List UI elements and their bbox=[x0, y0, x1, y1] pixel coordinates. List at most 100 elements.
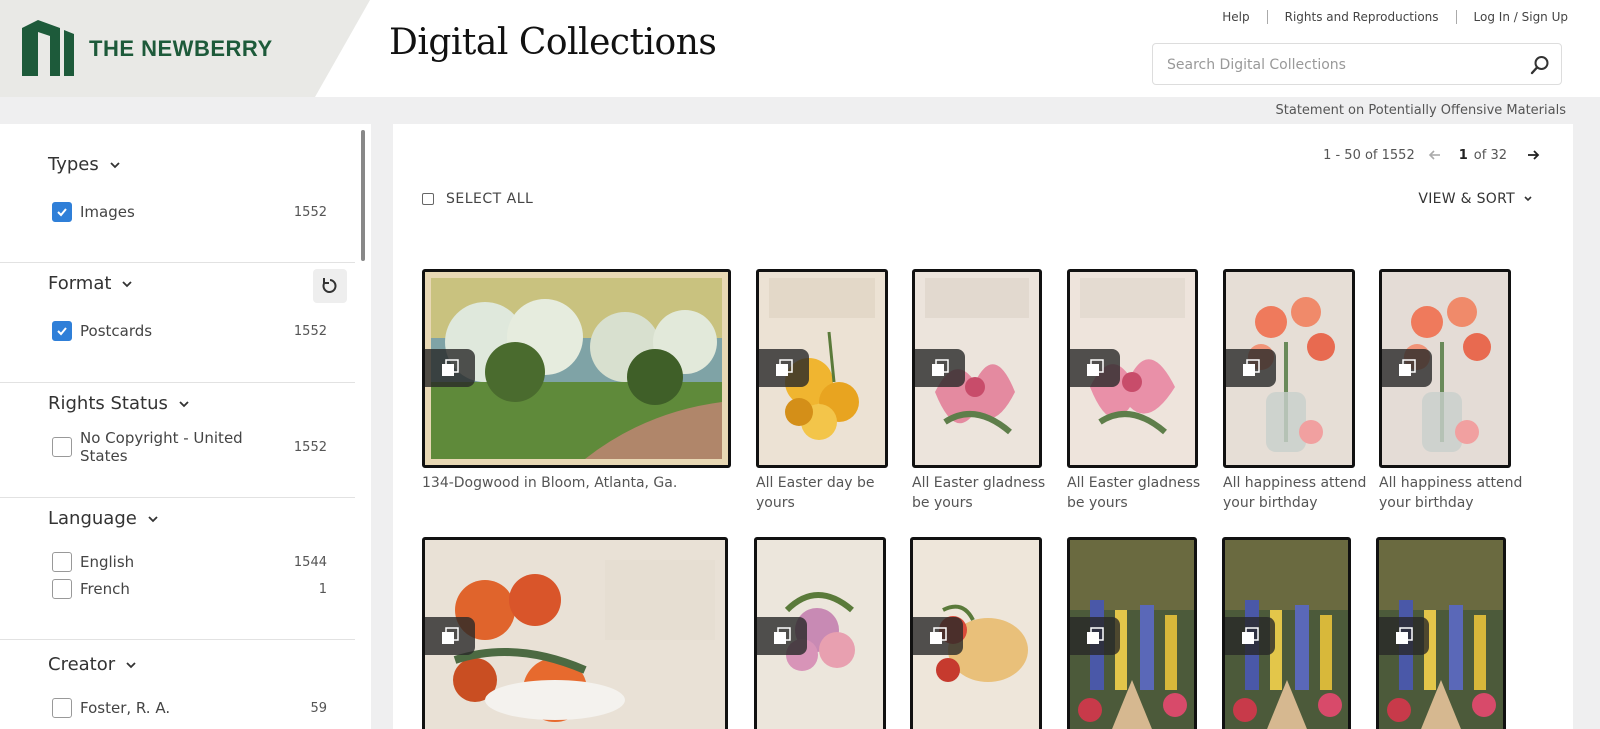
multi-image-icon bbox=[442, 627, 459, 644]
postcard-thumbnail[interactable] bbox=[1376, 537, 1506, 729]
chevron-down-icon bbox=[179, 400, 189, 407]
view-sort-button[interactable]: VIEW & SORT bbox=[1418, 191, 1533, 207]
checkbox[interactable] bbox=[52, 552, 72, 572]
multi-image-icon bbox=[1396, 627, 1413, 644]
divider bbox=[1455, 10, 1457, 24]
page-title[interactable]: Digital Collections bbox=[389, 22, 717, 63]
multi-image-badge bbox=[915, 349, 965, 387]
divider bbox=[1266, 10, 1268, 24]
facet-types: Types Images 1552 bbox=[0, 124, 355, 263]
facet-option-foster[interactable]: Foster, R. A. 59 bbox=[52, 697, 327, 719]
search-box bbox=[1152, 43, 1562, 85]
facet-option-images[interactable]: Images 1552 bbox=[52, 201, 327, 223]
check-icon bbox=[57, 208, 67, 217]
reset-filters-button[interactable] bbox=[313, 269, 347, 303]
result-title[interactable]: 134-Dogwood in Bloom, Atlanta, Ga. bbox=[422, 473, 752, 493]
multi-image-icon bbox=[1399, 359, 1416, 376]
check-icon bbox=[57, 327, 67, 336]
checkbox[interactable] bbox=[52, 437, 72, 457]
facet-language-toggle[interactable]: Language bbox=[48, 508, 159, 529]
result-title[interactable]: All happiness attend your birthday bbox=[1379, 473, 1529, 513]
facet-option-postcards[interactable]: Postcards 1552 bbox=[52, 320, 327, 342]
multi-image-badge bbox=[1070, 617, 1120, 655]
postcard-thumbnail[interactable] bbox=[1379, 269, 1511, 468]
postcard-thumbnail[interactable] bbox=[1223, 269, 1355, 468]
search-icon[interactable] bbox=[1529, 54, 1551, 76]
sidebar-scrollbar[interactable] bbox=[361, 130, 365, 261]
multi-image-badge bbox=[1226, 349, 1276, 387]
facet-creator: Creator Foster, R. A. 59 bbox=[0, 640, 355, 729]
logo-wordmark[interactable]: THE NEWBERRY bbox=[89, 36, 273, 62]
option-label: English bbox=[80, 553, 135, 571]
facet-format: Format Postcards 1552 bbox=[0, 263, 355, 383]
offensive-materials-statement-link[interactable]: Statement on Potentially Offensive Mater… bbox=[1276, 103, 1566, 118]
caption-line: All Easter gladness bbox=[1067, 475, 1201, 491]
checkbox[interactable] bbox=[52, 202, 72, 222]
view-sort-label: VIEW & SORT bbox=[1418, 191, 1515, 207]
postcard-thumbnail[interactable] bbox=[1067, 269, 1198, 468]
chevron-down-icon bbox=[126, 661, 136, 668]
chevron-down-icon bbox=[122, 280, 133, 287]
option-label: French bbox=[80, 580, 130, 598]
caption-line: your birthday bbox=[1223, 495, 1318, 511]
multi-image-badge bbox=[913, 617, 963, 655]
postcard-thumbnail[interactable] bbox=[422, 537, 728, 729]
option-count: 59 bbox=[310, 700, 327, 716]
next-page-icon[interactable] bbox=[1525, 147, 1541, 163]
facet-sidebar: Types Images 1552 Format Postcards 1552 bbox=[0, 124, 371, 729]
checkbox[interactable] bbox=[52, 579, 72, 599]
login-link[interactable]: Log In / Sign Up bbox=[1474, 10, 1568, 24]
utility-nav: Help Rights and Reproductions Log In / S… bbox=[1222, 10, 1568, 24]
option-label: Postcards bbox=[80, 322, 153, 340]
site-header: THE NEWBERRY Digital Collections Help Ri… bbox=[0, 0, 1600, 97]
caption-line: All Easter day be bbox=[756, 475, 875, 491]
option-count: 1544 bbox=[293, 554, 327, 570]
postcard-thumbnail[interactable] bbox=[754, 537, 886, 729]
facet-title: Rights Status bbox=[48, 393, 168, 414]
facet-rights-toggle[interactable]: Rights Status bbox=[48, 393, 190, 414]
multi-image-badge bbox=[425, 617, 475, 655]
multi-image-icon bbox=[1243, 359, 1260, 376]
select-all-toggle[interactable]: SELECT ALL bbox=[422, 191, 533, 207]
multi-image-icon bbox=[1087, 359, 1104, 376]
facet-types-toggle[interactable]: Types bbox=[48, 154, 121, 175]
multi-image-badge bbox=[1070, 349, 1120, 387]
facet-option-french[interactable]: French 1 bbox=[52, 578, 327, 600]
postcard-thumbnail[interactable] bbox=[910, 537, 1042, 729]
option-label: Images bbox=[80, 203, 135, 221]
current-page[interactable]: 1 bbox=[1459, 148, 1468, 163]
result-title[interactable]: All Easter day be yours bbox=[756, 473, 906, 513]
postcard-thumbnail[interactable] bbox=[1222, 537, 1351, 729]
multi-image-badge bbox=[1225, 617, 1275, 655]
facet-title: Format bbox=[48, 273, 112, 294]
facet-creator-toggle[interactable]: Creator bbox=[48, 654, 137, 675]
search-input[interactable] bbox=[1167, 54, 1507, 76]
multi-image-badge bbox=[759, 349, 809, 387]
multi-image-icon bbox=[442, 359, 459, 376]
result-title[interactable]: All happiness attend your birthday bbox=[1223, 473, 1373, 513]
checkbox[interactable] bbox=[52, 698, 72, 718]
facet-option-english[interactable]: English 1544 bbox=[52, 551, 327, 573]
newberry-logo-icon[interactable] bbox=[20, 20, 76, 76]
postcard-thumbnail[interactable] bbox=[912, 269, 1042, 468]
multi-image-icon bbox=[1242, 627, 1259, 644]
prev-page-icon[interactable] bbox=[1427, 147, 1443, 163]
option-count: 1552 bbox=[293, 204, 327, 220]
rights-link[interactable]: Rights and Reproductions bbox=[1285, 10, 1439, 24]
caption-line: All happiness attend bbox=[1223, 475, 1367, 491]
facet-option-no-copyright[interactable]: No Copyright - United States 1552 bbox=[52, 429, 327, 465]
facet-format-toggle[interactable]: Format bbox=[48, 273, 133, 294]
help-link[interactable]: Help bbox=[1222, 10, 1249, 24]
checkbox[interactable] bbox=[52, 321, 72, 341]
chevron-down-icon bbox=[110, 161, 120, 168]
select-all-checkbox[interactable] bbox=[422, 193, 434, 205]
multi-image-badge bbox=[1382, 349, 1432, 387]
facet-rights-status: Rights Status No Copyright - United Stat… bbox=[0, 383, 355, 498]
postcard-thumbnail[interactable] bbox=[1067, 537, 1197, 729]
caption-line: be yours bbox=[1067, 495, 1128, 511]
postcard-thumbnail[interactable] bbox=[422, 269, 731, 468]
result-title[interactable]: All Easter gladness be yours bbox=[912, 473, 1062, 513]
result-title[interactable]: All Easter gladness be yours bbox=[1067, 473, 1217, 513]
caption-line: be yours bbox=[912, 495, 973, 511]
postcard-thumbnail[interactable] bbox=[756, 269, 888, 468]
